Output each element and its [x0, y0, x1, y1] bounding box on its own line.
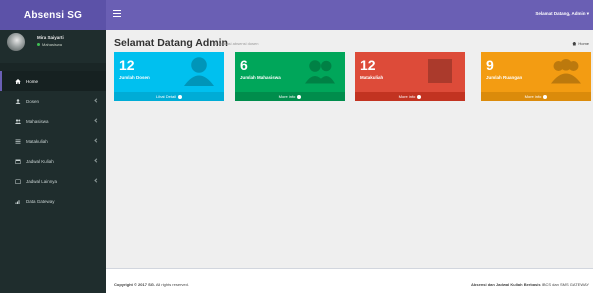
online-dot-icon: [37, 43, 40, 47]
arrow-circle-right-icon: [543, 94, 548, 99]
list-icon: [15, 139, 21, 144]
sidebar-item-label: Dosen: [26, 98, 40, 104]
more-info-label: More info: [278, 94, 296, 99]
app-info-text: Absensi dan Jadwal Kuliah Berbasis IBCS …: [471, 282, 589, 287]
sidebar-toggle-icon[interactable]: [113, 10, 121, 17]
sidebar-item-dosen[interactable]: Dosen: [0, 91, 106, 111]
more-info-link[interactable]: Lihat Detail: [114, 92, 224, 101]
user-menu[interactable]: Selamat Datang, Admin ▾: [535, 11, 589, 17]
stat-label: Jumlah Ruangan: [486, 75, 523, 80]
sidebar-item-jadwal-kuliah[interactable]: Jadwal Kuliah: [0, 151, 106, 171]
more-info-link[interactable]: More info: [481, 92, 591, 101]
main-content: Selamat Datang Admin di aplikasi absensi…: [106, 30, 593, 268]
sidebar-header: [0, 63, 106, 71]
arrow-circle-right-icon: [297, 94, 302, 99]
copyright-rest: All rights reserved.: [154, 282, 189, 287]
page-subtitle: di aplikasi absensi dosen: [214, 41, 259, 46]
app-info-bold: Absensi dan Jadwal Kuliah Berbasis: [471, 282, 541, 287]
stat-value: 12: [119, 57, 135, 73]
copyright-bold: Copyright © 2017 SG.: [114, 282, 155, 287]
chevron-left-icon: [94, 178, 99, 183]
sidebar-item-jadwal-lainnya[interactable]: Jadwal Lainnya: [0, 171, 106, 191]
more-info-link[interactable]: More info: [235, 92, 345, 101]
avatar: [7, 33, 25, 51]
book-icon: [428, 59, 452, 83]
stat-box-dosen: 12 Jumlah Dosen Lihat Detail: [114, 52, 224, 101]
sidebar-item-mahasiswa[interactable]: Mahasiswa: [0, 111, 106, 131]
sidebar-item-matakuliah[interactable]: Matakuliah: [0, 131, 106, 151]
calendar-icon: [15, 159, 21, 164]
user-panel: Mira Saiyarti Mahasiswa: [0, 30, 106, 63]
stat-value: 6: [240, 57, 248, 73]
app-info-rest: IBCS dan SMS GATEWAY: [540, 282, 589, 287]
page-footer: Copyright © 2017 SG. All rights reserved…: [106, 268, 593, 293]
more-info-label: More info: [398, 94, 416, 99]
stat-label: Jumlah Mahasiswa: [240, 75, 281, 80]
chevron-left-icon: [94, 118, 99, 123]
arrow-circle-right-icon: [178, 94, 182, 99]
stat-label: Jumlah Dosen: [119, 75, 150, 80]
calendar-o-icon: [15, 179, 21, 184]
more-info-label: Lihat Detail: [155, 94, 176, 99]
top-navbar: Selamat Datang, Admin ▾: [106, 0, 593, 30]
sidebar-item-data-gateway[interactable]: Data Gateway: [0, 191, 106, 211]
breadcrumb-home[interactable]: Home: [578, 41, 589, 46]
user-icon: [15, 98, 21, 104]
chevron-left-icon: [94, 98, 99, 103]
users-icon: [15, 118, 21, 124]
stat-label: Matakuliah: [360, 75, 384, 80]
breadcrumb[interactable]: Home: [572, 41, 589, 46]
stat-value: 12: [360, 57, 376, 73]
user-status-text: Mahasiswa: [42, 42, 63, 47]
group-icon: [551, 59, 581, 84]
chevron-left-icon: [94, 138, 99, 143]
users-icon: [305, 60, 335, 84]
sidebar-item-label: Data Gateway: [26, 198, 55, 204]
sidebar-item-home[interactable]: Home: [0, 71, 106, 91]
sidebar-item-label: Matakuliah: [26, 138, 48, 144]
user-icon: [184, 57, 214, 86]
sidebar: Mira Saiyarti Mahasiswa Home Dosen Mahas…: [0, 30, 106, 293]
sidebar-item-label: Jadwal Kuliah: [26, 158, 54, 164]
home-icon: [572, 41, 577, 46]
signal-icon: [15, 199, 20, 204]
stat-box-mahasiswa: 6 Jumlah Mahasiswa More info: [235, 52, 345, 101]
copyright-text: Copyright © 2017 SG. All rights reserved…: [114, 282, 189, 287]
page-title: Selamat Datang Admin: [114, 37, 228, 49]
chevron-left-icon: [94, 158, 99, 163]
stat-value: 9: [486, 57, 494, 73]
page: Absensi SG Selamat Datang, Admin ▾ Mira …: [0, 0, 593, 293]
more-info-link[interactable]: More info: [355, 92, 465, 101]
user-status: Mahasiswa: [37, 42, 62, 47]
home-icon: [15, 78, 21, 84]
sidebar-item-label: Jadwal Lainnya: [26, 178, 58, 184]
stat-box-ruangan: 9 Jumlah Ruangan More info: [481, 52, 591, 101]
more-info-label: More info: [524, 94, 542, 99]
sidebar-item-label: Home: [26, 78, 39, 84]
user-name: Mira Saiyarti: [37, 35, 64, 40]
arrow-circle-right-icon: [417, 94, 422, 99]
sidebar-item-label: Mahasiswa: [26, 118, 49, 124]
stat-box-matakuliah: 12 Matakuliah More info: [355, 52, 465, 101]
app-logo[interactable]: Absensi SG: [0, 0, 106, 30]
